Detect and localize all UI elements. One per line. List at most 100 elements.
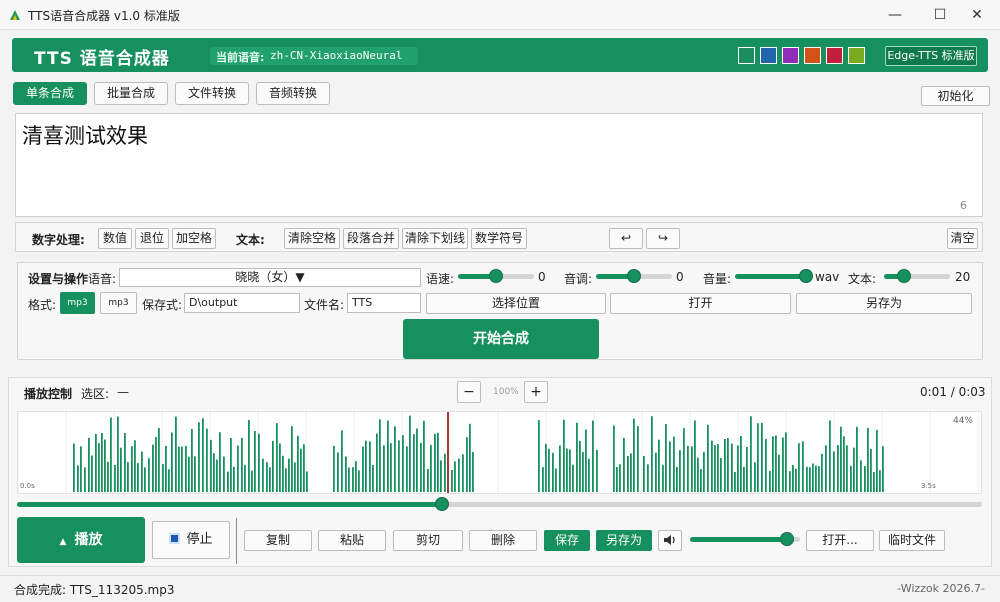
waveform-bar xyxy=(165,445,167,492)
minimize-button[interactable]: — xyxy=(880,4,910,26)
start-synthesis-button[interactable]: 开始合成 xyxy=(403,319,599,359)
clear-spaces-button[interactable]: 清除空格 xyxy=(284,228,340,249)
waveform-bar xyxy=(703,451,705,492)
text-size-slider[interactable] xyxy=(884,269,950,283)
filename-input[interactable]: TTS xyxy=(347,293,421,313)
text-tools-label: 文本: xyxy=(236,233,265,247)
delete-button[interactable]: 删除 xyxy=(469,530,537,551)
waveform-bar xyxy=(101,433,103,492)
tab-single[interactable]: 单条合成 xyxy=(13,82,87,105)
number-back-button[interactable]: 退位 xyxy=(135,228,169,249)
format-option-active[interactable]: mp3 xyxy=(60,292,95,314)
tab-file-convert[interactable]: 文件转换 xyxy=(175,82,249,105)
theme-swatch[interactable] xyxy=(826,47,843,64)
temp-file-button[interactable]: 临时文件 xyxy=(879,530,945,551)
status-bar: 合成完成: TTS_113205.mp3 -Wizzok 2026.7- xyxy=(0,575,1000,602)
stop-button[interactable]: 停止 xyxy=(152,521,230,559)
format-option[interactable]: mp3 xyxy=(100,292,137,314)
waveform-bar xyxy=(348,467,350,492)
open-button[interactable]: 打开 xyxy=(610,293,791,314)
tab-batch[interactable]: 批量合成 xyxy=(94,82,168,105)
waveform-bar xyxy=(538,420,540,492)
copy-button[interactable]: 复制 xyxy=(244,530,312,551)
theme-swatch[interactable] xyxy=(804,47,821,64)
title-bar: TTS语音合成器 v1.0 标准版 — ☐ ✕ xyxy=(0,0,1000,30)
cut-button[interactable]: 剪切 xyxy=(393,530,463,551)
slider-knob[interactable] xyxy=(627,269,641,283)
mute-button[interactable] xyxy=(658,530,682,551)
edge-tts-button[interactable]: Edge-TTS 标准版 xyxy=(885,46,977,66)
open-file-button[interactable]: 打开... xyxy=(806,530,874,551)
volume-slider[interactable] xyxy=(735,269,813,283)
slider-knob[interactable] xyxy=(779,532,794,546)
math-symbol-button[interactable]: 数学符号 xyxy=(471,228,527,249)
waveform-bar xyxy=(867,428,869,492)
waveform-bar xyxy=(821,453,823,492)
waveform-bar xyxy=(840,426,842,492)
waveform-bar xyxy=(472,452,474,492)
text-editor[interactable]: 清喜测试效果 6 xyxy=(15,113,983,217)
waveform-bar xyxy=(420,442,422,492)
window-title: TTS语音合成器 v1.0 标准版 xyxy=(28,9,180,23)
waveform-bar xyxy=(542,467,544,492)
waveform-bar xyxy=(576,422,578,492)
choose-location-button[interactable]: 选择位置 xyxy=(426,293,606,314)
current-voice-box: 当前语音: zh-CN-XiaoxiaoNeural xyxy=(210,47,418,65)
waveform-bar xyxy=(616,467,618,492)
waveform-bar xyxy=(812,463,814,492)
pitch-slider[interactable] xyxy=(596,269,672,283)
waveform-bar xyxy=(559,445,561,492)
maximize-button[interactable]: ☐ xyxy=(925,4,955,26)
play-button[interactable]: ▲ 播放 xyxy=(17,517,145,563)
waveform-bar xyxy=(451,469,453,492)
waveform-bar xyxy=(194,456,196,492)
slider-knob[interactable] xyxy=(434,497,449,511)
playback-progress-bar[interactable] xyxy=(17,497,982,511)
waveform-view[interactable]: 44% 0.0s 3.5s xyxy=(17,411,982,494)
waveform-bar xyxy=(818,466,820,492)
undo-button[interactable]: ↩ xyxy=(609,228,643,249)
save-path-input[interactable]: D\output xyxy=(184,293,300,313)
volume-value: wav xyxy=(815,270,840,284)
waveform-bar xyxy=(141,451,143,492)
waveform-bar xyxy=(107,461,109,492)
init-button[interactable]: 初始化 xyxy=(921,86,990,106)
theme-swatch[interactable] xyxy=(848,47,865,64)
waveform-bar xyxy=(873,471,875,492)
close-button[interactable]: ✕ xyxy=(962,4,992,26)
slider-knob[interactable] xyxy=(799,269,813,283)
waveform-bar xyxy=(202,418,204,492)
waveform-bar xyxy=(434,433,436,492)
voice-select[interactable]: 晓晓（女）▼ xyxy=(119,268,421,287)
theme-swatch[interactable] xyxy=(782,47,799,64)
waveform-bar xyxy=(406,446,408,492)
theme-swatch[interactable] xyxy=(738,47,755,64)
zoom-in-button[interactable]: + xyxy=(524,381,548,403)
waveform-bar xyxy=(585,429,587,492)
playback-volume-slider[interactable] xyxy=(690,532,800,546)
zoom-out-button[interactable]: − xyxy=(457,381,481,403)
waveform-bar xyxy=(825,445,827,492)
redo-button[interactable]: ↪ xyxy=(646,228,680,249)
clear-button[interactable]: 清空 xyxy=(947,228,978,249)
save-as-button[interactable]: 另存为 xyxy=(796,293,972,314)
slider-knob[interactable] xyxy=(489,269,503,283)
save-audio-as-button[interactable]: 另存为 xyxy=(596,530,652,551)
merge-paragraph-button[interactable]: 段落合并 xyxy=(343,228,399,249)
number-value-button[interactable]: 数值 xyxy=(98,228,132,249)
add-space-button[interactable]: 加空格 xyxy=(172,228,216,249)
paste-button[interactable]: 粘贴 xyxy=(318,530,386,551)
waveform-bar xyxy=(241,437,243,492)
waveform-bar xyxy=(731,443,733,492)
editor-text[interactable]: 清喜测试效果 xyxy=(22,120,148,150)
waveform-bar xyxy=(592,420,594,492)
theme-swatch[interactable] xyxy=(760,47,777,64)
clear-underline-button[interactable]: 清除下划线 xyxy=(402,228,468,249)
speed-slider[interactable] xyxy=(458,269,534,283)
tab-audio-convert[interactable]: 音频转换 xyxy=(256,82,330,105)
waveform-bar xyxy=(77,465,79,492)
waveform-bar xyxy=(206,428,208,492)
save-audio-button[interactable]: 保存 xyxy=(544,530,590,551)
slider-knob[interactable] xyxy=(896,269,911,283)
waveform-bar xyxy=(633,418,635,492)
